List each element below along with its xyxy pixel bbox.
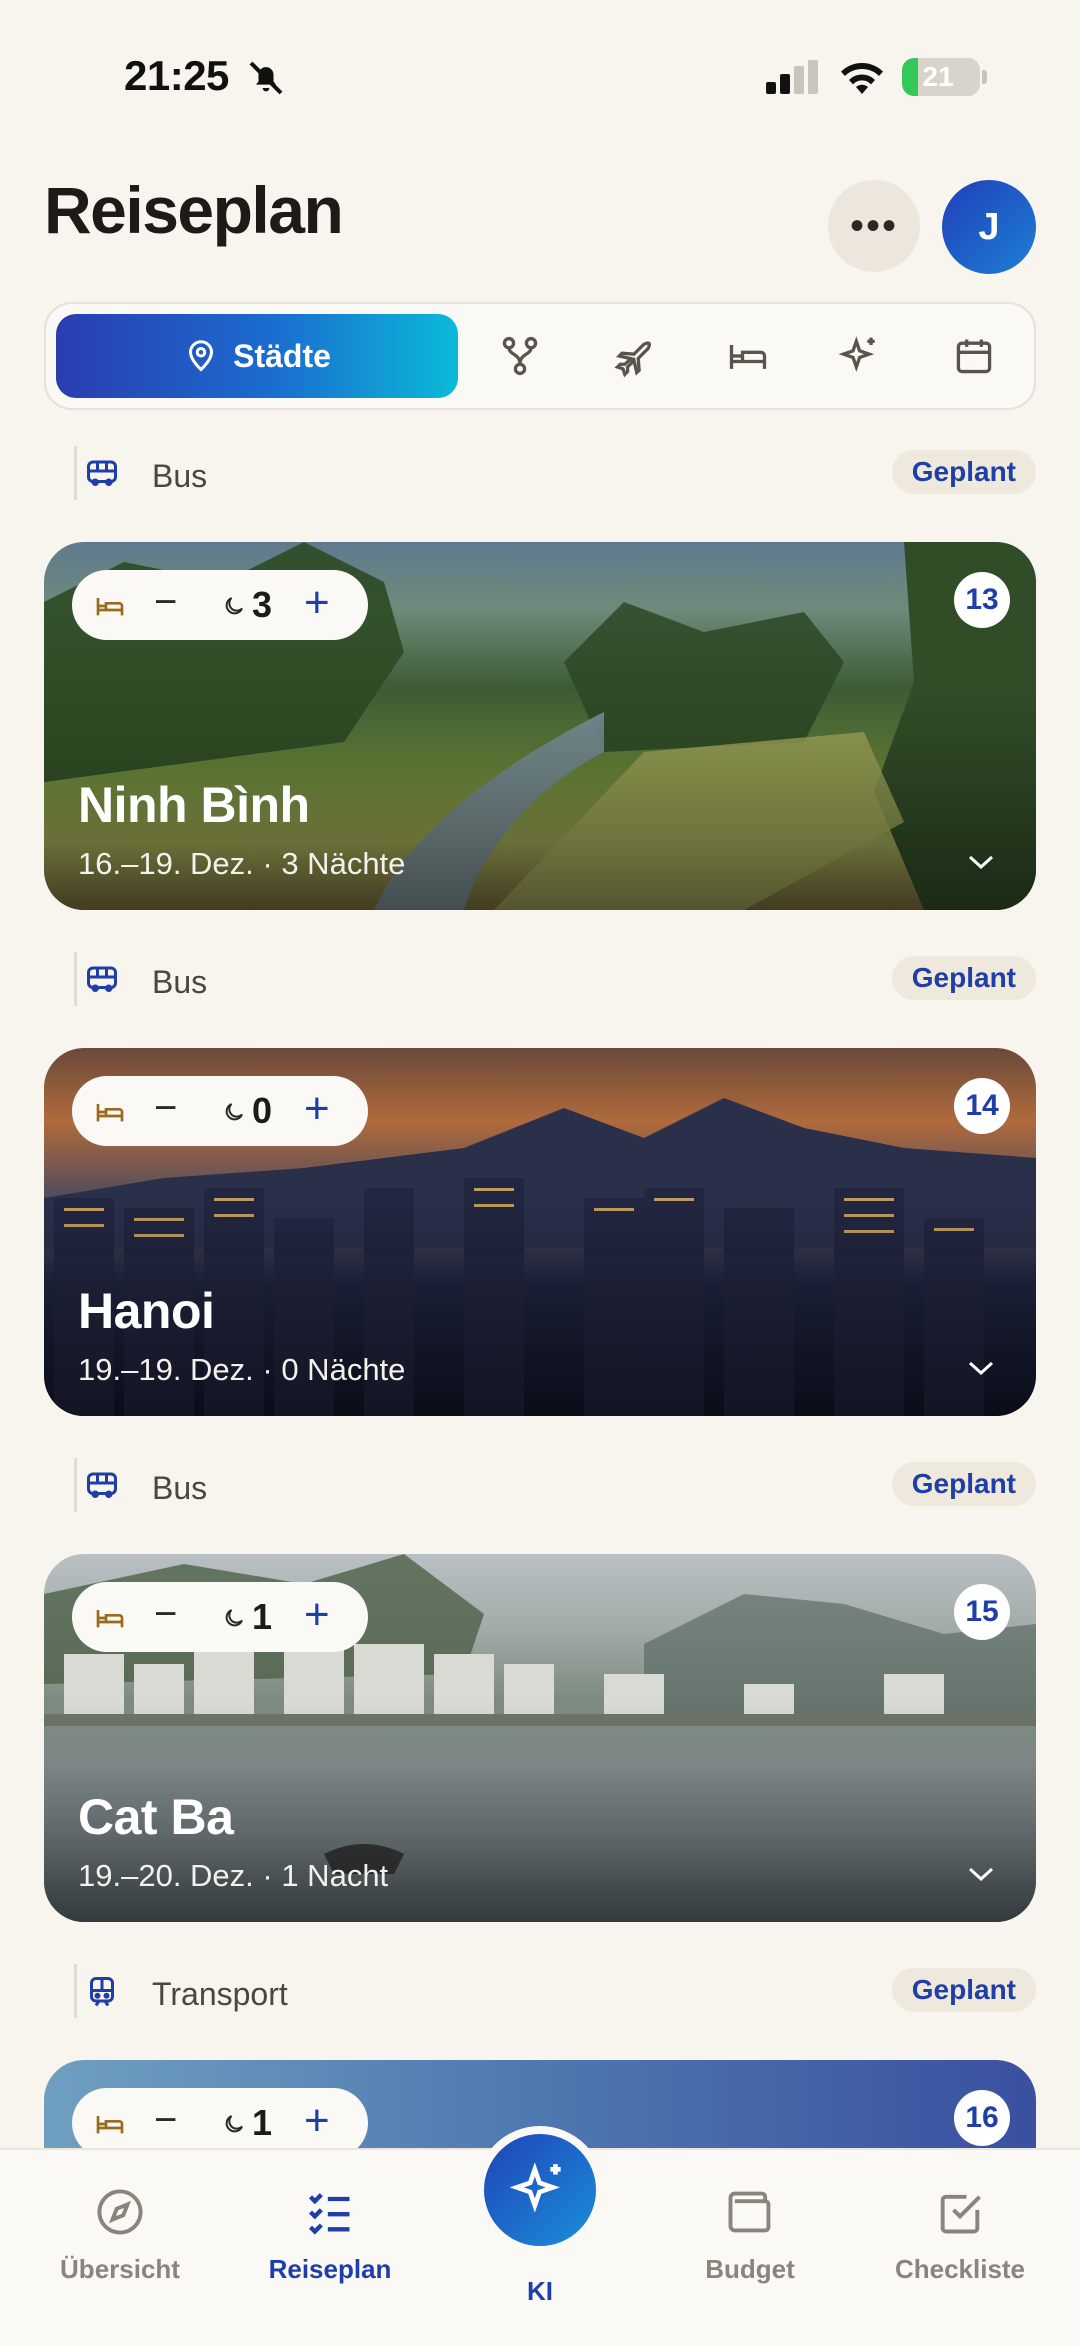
bed-icon — [96, 1104, 124, 1122]
bed-icon — [96, 2116, 124, 2134]
nights-count: 1 — [252, 2102, 273, 2143]
checkbox-icon — [940, 2194, 981, 2234]
status-badge: Geplant — [891, 1968, 1036, 2012]
bus-icon — [87, 1472, 117, 1498]
train-icon — [90, 1977, 114, 2007]
more-icon: ••• — [849, 203, 898, 248]
bed-icon — [96, 1610, 124, 1628]
nav-overview-label: Übersicht — [60, 2254, 180, 2284]
nights-stepper: − 0 + — [72, 1076, 368, 1146]
nav-itinerary-label: Reiseplan — [268, 2254, 392, 2284]
decrease-nights-button[interactable]: − — [154, 1086, 177, 1131]
page-title: Reiseplan — [44, 173, 344, 247]
city-name: Ninh Bình — [78, 777, 310, 833]
nights-stepper: − 3 + — [72, 570, 368, 640]
status-badge: Geplant — [891, 956, 1036, 1000]
sparkles-icon[interactable] — [838, 334, 882, 378]
timeline-line — [74, 1458, 77, 1512]
bed-icon[interactable] — [726, 334, 770, 378]
battery-tip — [982, 70, 987, 84]
city-dates: 16.–19. Dez. · 3 Nächte — [78, 846, 406, 881]
timeline-line — [74, 952, 77, 1006]
bus-icon — [87, 460, 117, 486]
status-badge: Geplant — [891, 1462, 1036, 1506]
status-time: 21:25 — [124, 52, 229, 99]
transport-mode: Bus — [152, 964, 208, 1000]
section-tabs: Städte — [44, 302, 1036, 410]
status-badge: Geplant — [891, 450, 1036, 494]
ai-assistant-button[interactable] — [476, 2126, 604, 2254]
status-bar: 21:25 21 — [0, 0, 1080, 150]
chevron-down-icon[interactable] — [966, 1864, 996, 1884]
bed-icon — [96, 598, 124, 616]
nav-budget-label: Budget — [705, 2254, 795, 2284]
stop-number: 14 — [954, 1078, 1010, 1134]
route-icon[interactable] — [498, 334, 542, 378]
decrease-nights-button[interactable]: − — [154, 580, 177, 625]
signal-icon — [766, 60, 818, 94]
chevron-down-icon[interactable] — [966, 852, 996, 872]
chevron-down-icon[interactable] — [966, 1358, 996, 1378]
wifi-icon — [841, 63, 883, 94]
nights-count: 3 — [252, 584, 273, 625]
map-pin-icon — [189, 340, 214, 372]
increase-nights-button[interactable]: + — [304, 1590, 330, 1640]
increase-nights-button[interactable]: + — [304, 578, 330, 628]
avatar[interactable]: J — [942, 180, 1036, 274]
bus-icon — [87, 966, 117, 992]
ai-assistant-label: KI — [527, 2276, 553, 2306]
nights-count: 0 — [252, 1090, 273, 1131]
more-button[interactable]: ••• — [828, 180, 920, 272]
battery-level: 21 — [922, 61, 954, 92]
sparkles-icon — [509, 2162, 561, 2213]
moon-icon — [225, 1609, 243, 1627]
transport-segment[interactable]: Bus Geplant — [44, 952, 1036, 1012]
transport-mode: Transport — [152, 1976, 288, 2012]
city-dates: 19.–19. Dez. · 0 Nächte — [78, 1352, 406, 1387]
tab-cities[interactable]: Städte — [56, 314, 458, 398]
transport-mode: Bus — [152, 458, 208, 494]
timeline-line — [74, 446, 77, 500]
moon-icon — [225, 2115, 243, 2133]
calendar-icon[interactable] — [952, 334, 996, 378]
transport-segment[interactable]: Bus Geplant — [44, 1458, 1036, 1518]
transport-segment[interactable]: Transport Geplant — [44, 1964, 1036, 2024]
nights-count: 1 — [252, 1596, 273, 1637]
decrease-nights-button[interactable]: − — [154, 2098, 177, 2143]
timeline-line — [74, 1964, 77, 2018]
plane-icon[interactable] — [612, 334, 656, 378]
city-card[interactable]: − 0 + 14 Hanoi 19.–19. Dez. · 0 Nächte — [44, 1048, 1036, 1416]
city-name: Hanoi — [78, 1283, 215, 1339]
bell-muted-icon — [249, 61, 283, 95]
increase-nights-button[interactable]: + — [304, 1084, 330, 1134]
moon-icon — [225, 597, 243, 615]
nav-budget[interactable]: Budget — [660, 2150, 840, 2310]
city-card[interactable]: − 1 + 15 Cat Ba 19.–20. Dez. · 1 Nacht — [44, 1554, 1036, 1922]
nav-itinerary[interactable]: Reiseplan — [240, 2150, 420, 2310]
nights-stepper: − 1 + — [72, 1582, 368, 1652]
compass-icon — [97, 2189, 143, 2235]
city-name: Cat Ba — [78, 1789, 234, 1845]
stop-number: 16 — [954, 2090, 1010, 2146]
nav-checklist[interactable]: Checkliste — [870, 2150, 1050, 2310]
transport-mode: Bus — [152, 1470, 208, 1506]
increase-nights-button[interactable]: + — [304, 2096, 330, 2146]
tab-cities-label: Städte — [233, 337, 331, 374]
stop-number: 15 — [954, 1584, 1010, 1640]
checklist-lines-icon — [308, 2193, 350, 2235]
transport-segment[interactable]: Bus Geplant — [44, 446, 1036, 506]
wallet-icon — [728, 2191, 771, 2233]
city-dates: 19.–20. Dez. · 1 Nacht — [78, 1858, 389, 1893]
decrease-nights-button[interactable]: − — [154, 1592, 177, 1637]
nav-overview[interactable]: Übersicht — [30, 2150, 210, 2310]
moon-icon — [225, 1103, 243, 1121]
battery-indicator: 21 — [902, 58, 980, 96]
nav-checklist-label: Checkliste — [894, 2254, 1026, 2284]
city-card[interactable]: − 3 + 13 Ninh Bình 16.–19. Dez. · 3 Näch… — [44, 542, 1036, 910]
stop-number: 13 — [954, 572, 1010, 628]
